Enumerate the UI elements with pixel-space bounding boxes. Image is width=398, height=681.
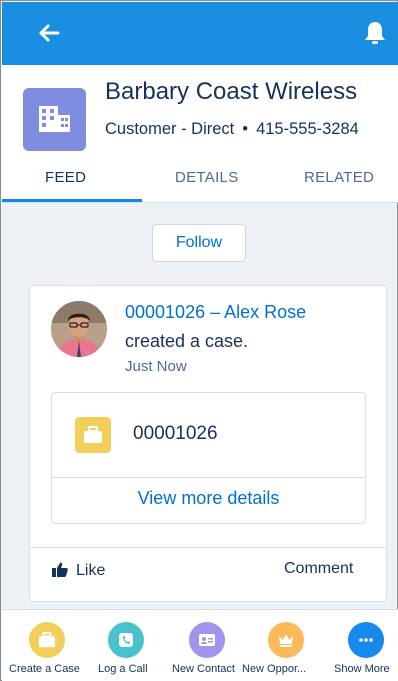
action-label: New Oppor... — [242, 663, 307, 675]
tab-bar: FEED DETAILS RELATED — [2, 165, 398, 203]
comment-button[interactable]: Comment — [284, 560, 353, 578]
case-preview: 00001026 View more details — [51, 392, 366, 524]
action-label: Show More — [334, 663, 390, 675]
like-label: Like — [76, 562, 106, 579]
record-subtitle: Customer - Direct • 415-555-3284 — [105, 120, 359, 139]
record-title: Barbary Coast Wireless — [105, 78, 358, 105]
view-more-details-link[interactable]: View more details — [52, 488, 365, 509]
record-header: Barbary Coast Wireless Customer - Direct… — [2, 65, 398, 203]
arrow-left-icon[interactable] — [36, 20, 62, 46]
action-bar: Create a Case Log a Call New Contact New… — [2, 609, 398, 681]
account-phone[interactable]: 415-555-3284 — [256, 120, 359, 138]
divider — [30, 547, 386, 548]
more-icon — [348, 622, 384, 658]
contact-card-icon — [189, 622, 225, 658]
case-number[interactable]: 00001026 — [133, 423, 218, 445]
post-timestamp: Just Now — [125, 358, 187, 375]
divider — [52, 477, 365, 478]
bell-icon[interactable] — [361, 19, 389, 47]
crown-icon — [268, 622, 304, 658]
action-label: New Contact — [172, 663, 235, 675]
tab-feed[interactable]: FEED — [45, 169, 86, 186]
feed-item-card: 00001026 – Alex Rose created a case. Jus… — [29, 285, 387, 602]
action-label: Log a Call — [98, 663, 148, 675]
account-building-icon — [23, 88, 86, 151]
like-button[interactable]: Like — [52, 562, 105, 580]
follow-button[interactable]: Follow — [152, 224, 246, 262]
active-tab-indicator — [2, 199, 142, 202]
tab-details[interactable]: DETAILS — [175, 169, 239, 186]
separator-dot: • — [242, 120, 249, 138]
case-link[interactable]: 00001026 – Alex Rose — [125, 302, 306, 323]
app-frame: Barbary Coast Wireless Customer - Direct… — [0, 0, 398, 681]
avatar[interactable] — [51, 301, 107, 357]
tab-related[interactable]: RELATED — [304, 169, 374, 186]
action-label: Create a Case — [9, 663, 80, 675]
briefcase-icon — [29, 622, 65, 658]
account-type: Customer - Direct — [105, 120, 235, 138]
post-action-text: created a case. — [125, 331, 249, 351]
phone-icon — [108, 622, 144, 658]
top-bar — [2, 2, 398, 65]
briefcase-icon — [75, 417, 111, 453]
thumbs-up-icon — [52, 562, 68, 577]
